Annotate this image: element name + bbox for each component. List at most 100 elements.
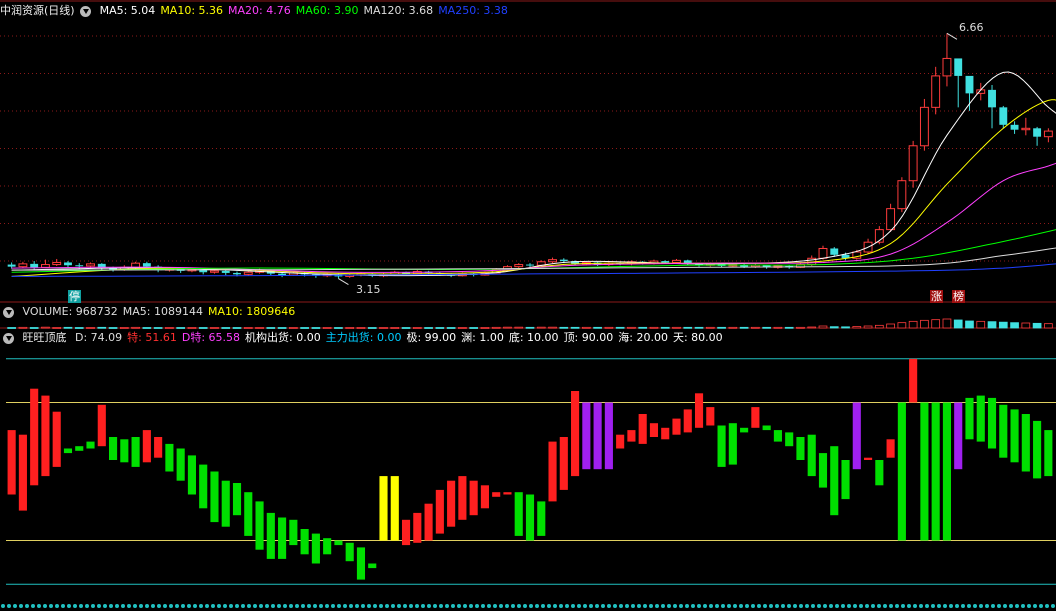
candle-body [221, 270, 230, 273]
indicator-bar [278, 517, 287, 559]
candle-body [661, 261, 670, 263]
baseline-dot [847, 604, 851, 608]
baseline-dot [1051, 604, 1055, 608]
badge-limit-up[interactable]: 涨 [930, 290, 943, 303]
baseline-dot [979, 604, 983, 608]
volume-bar [615, 326, 625, 329]
baseline-dot [661, 604, 665, 608]
baseline-dot [649, 604, 653, 608]
baseline-dot [319, 604, 323, 608]
baseline-dot [259, 604, 263, 608]
indicator-bar [458, 476, 467, 520]
volume-bar [514, 326, 524, 329]
baseline-dot [1033, 604, 1037, 608]
volume-bar [469, 327, 478, 329]
baseline-dot [523, 604, 527, 608]
baseline-dot [883, 604, 887, 608]
baseline-dot [505, 604, 509, 608]
candle-body [7, 264, 16, 267]
volume-bar [525, 326, 535, 329]
volume-bar [931, 319, 941, 329]
indicator-bar [999, 404, 1008, 458]
baseline-dot [535, 604, 539, 608]
baseline-dot [697, 604, 701, 608]
indicator-bar [63, 448, 73, 454]
indicator-bar [334, 540, 343, 546]
indicator-bar [18, 434, 27, 511]
volume-bar [187, 327, 197, 329]
baseline-dot [721, 604, 725, 608]
baseline-dot [37, 604, 41, 608]
candle-body [233, 272, 241, 275]
volume-bar [412, 327, 422, 329]
candle-body [886, 208, 896, 231]
volume-bar [97, 326, 107, 329]
volume-bar [604, 326, 614, 329]
baseline-dot [793, 604, 797, 608]
volume-bar [86, 327, 95, 329]
candle-body [18, 263, 28, 268]
volume-bar [987, 321, 997, 329]
volume-bar [74, 327, 84, 329]
baseline-dot [1021, 604, 1025, 608]
baseline-dot [703, 604, 707, 608]
indicator-bar [142, 430, 151, 463]
baseline-dot [91, 604, 95, 608]
indicator-bar [86, 441, 95, 449]
baseline-dot [889, 604, 893, 608]
candle-body [988, 89, 996, 108]
baseline-dot [631, 604, 635, 608]
indicator-bar [379, 476, 388, 541]
candle-body [830, 248, 839, 255]
baseline-dot [139, 604, 143, 608]
indicator-bar [514, 492, 523, 536]
indicator-bar [492, 492, 501, 497]
volume-bar [672, 326, 681, 329]
indicator-bar [345, 542, 354, 562]
volume-bar [390, 327, 400, 329]
indicator-bar [469, 480, 478, 516]
indicator-bar [131, 437, 140, 467]
baseline-dot [361, 604, 365, 608]
indicator-bar [627, 430, 636, 442]
volume-bar [976, 320, 986, 329]
candle-body [908, 145, 918, 182]
baseline-dot [643, 604, 647, 608]
baseline-dot [7, 604, 11, 608]
baseline-dot [379, 604, 383, 608]
baseline-dot [193, 604, 197, 608]
baseline-dot [325, 604, 329, 608]
baseline-dot [445, 604, 449, 608]
badge-suspend[interactable]: 停 [68, 290, 81, 303]
candle-body [75, 265, 84, 267]
indicator-bar [954, 402, 963, 470]
indicator-bar [221, 480, 230, 527]
volume-bar [559, 326, 569, 329]
baseline-dot [991, 604, 995, 608]
volume-bar [289, 327, 298, 329]
baseline-dot [463, 604, 467, 608]
indicator-bar [740, 427, 749, 433]
baseline-dot [151, 604, 155, 608]
volume-bar [683, 326, 693, 329]
baseline-dot [757, 604, 761, 608]
volume-bar [401, 327, 411, 329]
indicator-bar [424, 503, 433, 541]
baseline-dot [901, 604, 905, 608]
baseline-dot [301, 604, 305, 608]
baseline-dot [691, 604, 695, 608]
volume-bar [1044, 323, 1053, 329]
volume-bar [18, 326, 28, 329]
badge-rank[interactable]: 榜 [952, 290, 965, 303]
indicator-bar [289, 519, 298, 546]
candle-body [931, 75, 941, 108]
baseline-dot [223, 604, 227, 608]
baseline-dot [877, 604, 881, 608]
volume-bar [728, 326, 738, 329]
indicator-bar [773, 430, 782, 442]
indicator-bar [503, 492, 512, 495]
baseline-dot [637, 604, 641, 608]
chart-canvas[interactable] [0, 0, 1056, 611]
baseline-dot [253, 604, 257, 608]
indicator-bar [818, 453, 828, 488]
